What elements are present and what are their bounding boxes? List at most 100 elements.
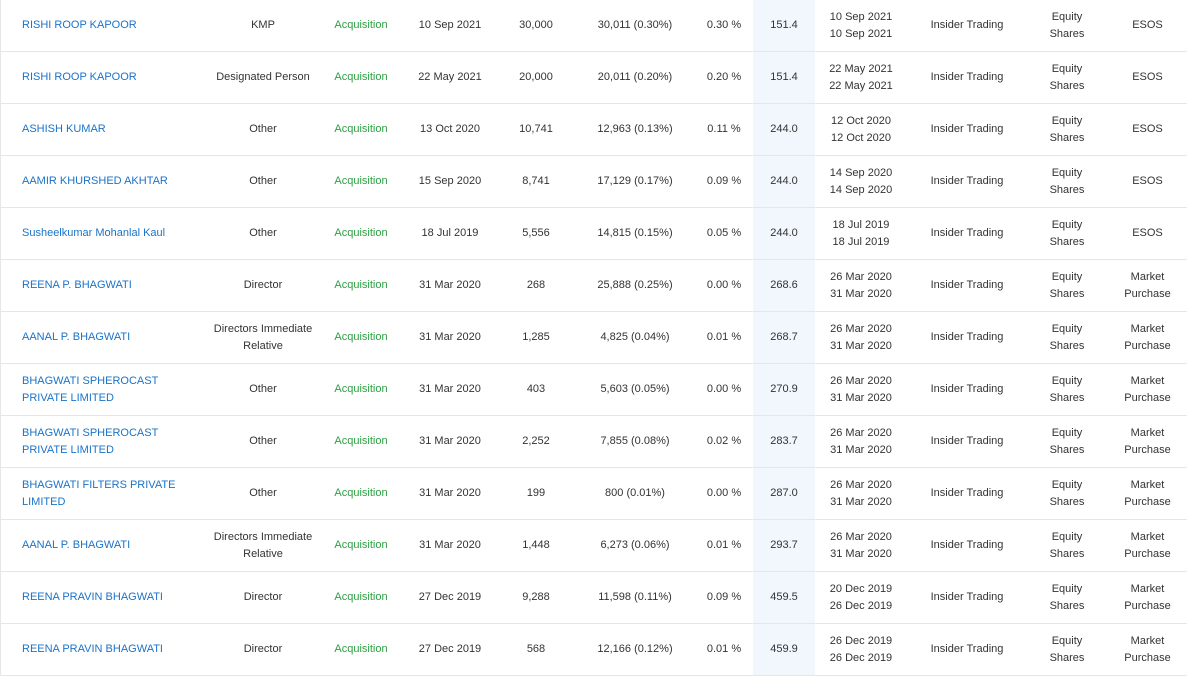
avg-price-cell: 268.6 xyxy=(770,279,798,291)
acquisition-mode-line-1: Market xyxy=(1130,582,1165,595)
avg-price-cell: 287.0 xyxy=(770,487,798,499)
security-type-cell: Equity Shares xyxy=(1027,104,1107,155)
acquisition-mode-line-2: Purchase xyxy=(1124,495,1171,508)
security-type-line-1: Equity xyxy=(1051,322,1083,335)
holding-change-cell: 0.02 % xyxy=(706,435,742,447)
post-holding-cell: 17,129 (0.17%) xyxy=(597,175,673,187)
period-from: 22 May 2021 xyxy=(829,62,893,75)
insider-name-link[interactable]: RISHI ROOP KAPOOR xyxy=(22,17,137,34)
trade-period-cell: 14 Sep 2020 14 Sep 2020 xyxy=(815,156,907,207)
period-to: 31 Mar 2020 xyxy=(830,391,892,404)
category-cell: Director xyxy=(243,279,283,291)
insider-name-cell: AANAL P. BHAGWATI xyxy=(22,520,202,571)
period-to: 26 Dec 2019 xyxy=(829,599,893,612)
acquisition-mode-line-1: Market xyxy=(1130,478,1165,491)
insider-name-link[interactable]: Susheelkumar Mohanlal Kaul xyxy=(22,225,165,242)
trade-period-cell: 22 May 2021 22 May 2021 xyxy=(815,52,907,103)
transaction-type-cell: Acquisition xyxy=(334,539,388,551)
period-from: 14 Sep 2020 xyxy=(829,166,893,179)
acquisition-mode-line-1: Market xyxy=(1130,426,1165,439)
insider-name-link[interactable]: REENA PRAVIN BHAGWATI xyxy=(22,589,163,606)
category-cell: Directors Immediate Relative xyxy=(213,322,313,352)
trade-period-cell: 26 Mar 2020 31 Mar 2020 xyxy=(815,468,907,519)
holding-change-cell: 0.01 % xyxy=(706,643,742,655)
security-type-cell: Equity Shares xyxy=(1027,468,1107,519)
report-date-cell: 27 Dec 2019 xyxy=(418,591,482,603)
period-from: 12 Oct 2020 xyxy=(831,114,891,127)
report-date-cell: 15 Sep 2020 xyxy=(418,175,482,187)
trade-mode-cell: Insider Trading xyxy=(930,279,1004,291)
report-date-cell: 22 May 2021 xyxy=(418,71,482,83)
transaction-type-cell: Acquisition xyxy=(334,19,388,31)
insider-name-link[interactable]: REENA P. BHAGWATI xyxy=(22,277,132,294)
holding-change-cell: 0.00 % xyxy=(706,383,742,395)
acquisition-mode-line-1: ESOS xyxy=(1132,71,1163,83)
quantity-cell: 5,556 xyxy=(522,227,550,239)
holding-change-cell: 0.01 % xyxy=(706,539,742,551)
period-from: 10 Sep 2021 xyxy=(829,10,893,23)
security-type-line-2: Shares xyxy=(1049,339,1085,352)
security-type-cell: Equity Shares xyxy=(1027,520,1107,571)
quantity-cell: 2,252 xyxy=(522,435,550,447)
security-type-line-1: Equity xyxy=(1051,218,1083,231)
period-from: 26 Dec 2019 xyxy=(829,634,893,647)
holding-change-cell: 0.09 % xyxy=(706,591,742,603)
acquisition-mode-cell: ESOS xyxy=(1107,156,1187,207)
period-to: 22 May 2021 xyxy=(829,79,893,92)
trade-mode-cell: Insider Trading xyxy=(930,227,1004,239)
avg-price-cell: 244.0 xyxy=(770,123,798,135)
acquisition-mode-cell: Market Purchase xyxy=(1107,468,1187,519)
security-type-line-1: Equity xyxy=(1051,374,1083,387)
avg-price-cell: 244.0 xyxy=(770,227,798,239)
transaction-type-cell: Acquisition xyxy=(334,487,388,499)
trade-mode-cell: Insider Trading xyxy=(930,175,1004,187)
report-date-cell: 31 Mar 2020 xyxy=(419,331,481,343)
acquisition-mode-line-2: Purchase xyxy=(1124,339,1171,352)
insider-name-link[interactable]: RISHI ROOP KAPOOR xyxy=(22,69,137,86)
quantity-cell: 1,285 xyxy=(522,331,550,343)
security-type-cell: Equity Shares xyxy=(1027,416,1107,467)
insider-name-link[interactable]: REENA PRAVIN BHAGWATI xyxy=(22,641,163,658)
insider-name-link[interactable]: ASHISH KUMAR xyxy=(22,121,106,138)
insider-name-link[interactable]: BHAGWATI FILTERS PRIVATE LIMITED xyxy=(22,477,202,511)
category-cell: Other xyxy=(249,487,277,499)
period-to: 31 Mar 2020 xyxy=(830,443,892,456)
trade-period-cell: 26 Mar 2020 31 Mar 2020 xyxy=(815,260,907,311)
avg-price-cell: 293.7 xyxy=(770,539,798,551)
quantity-cell: 1,448 xyxy=(522,539,550,551)
post-holding-cell: 14,815 (0.15%) xyxy=(597,227,673,239)
insider-name-link[interactable]: AANAL P. BHAGWATI xyxy=(22,537,130,554)
insider-name-link[interactable]: AANAL P. BHAGWATI xyxy=(22,329,130,346)
security-type-cell: Equity Shares xyxy=(1027,0,1107,51)
security-type-line-1: Equity xyxy=(1051,114,1083,127)
acquisition-mode-line-1: ESOS xyxy=(1132,19,1163,31)
insider-name-cell: BHAGWATI SPHEROCAST PRIVATE LIMITED xyxy=(22,364,202,415)
security-type-line-2: Shares xyxy=(1049,599,1085,612)
security-type-line-1: Equity xyxy=(1051,634,1083,647)
security-type-line-1: Equity xyxy=(1051,530,1083,543)
trade-mode-cell: Insider Trading xyxy=(930,435,1004,447)
trade-period-cell: 10 Sep 2021 10 Sep 2021 xyxy=(815,0,907,51)
post-holding-cell: 6,273 (0.06%) xyxy=(600,539,670,551)
holding-change-cell: 0.09 % xyxy=(706,175,742,187)
security-type-line-2: Shares xyxy=(1049,443,1085,456)
quantity-cell: 199 xyxy=(526,487,546,499)
transaction-type-cell: Acquisition xyxy=(334,123,388,135)
insider-name-link[interactable]: BHAGWATI SPHEROCAST PRIVATE LIMITED xyxy=(22,425,202,459)
period-to: 10 Sep 2021 xyxy=(829,27,893,40)
period-to: 31 Mar 2020 xyxy=(830,547,892,560)
acquisition-mode-cell: Market Purchase xyxy=(1107,416,1187,467)
trade-mode-cell: Insider Trading xyxy=(930,539,1004,551)
transaction-type-cell: Acquisition xyxy=(334,71,388,83)
trade-period-cell: 26 Mar 2020 31 Mar 2020 xyxy=(815,520,907,571)
security-type-line-2: Shares xyxy=(1049,651,1085,664)
post-holding-cell: 11,598 (0.11%) xyxy=(598,591,672,603)
security-type-cell: Equity Shares xyxy=(1027,156,1107,207)
security-type-line-1: Equity xyxy=(1051,10,1083,23)
security-type-cell: Equity Shares xyxy=(1027,208,1107,259)
insider-name-link[interactable]: BHAGWATI SPHEROCAST PRIVATE LIMITED xyxy=(22,373,202,407)
security-type-line-1: Equity xyxy=(1051,478,1083,491)
category-cell: KMP xyxy=(251,19,275,31)
quantity-cell: 268 xyxy=(526,279,546,291)
insider-name-link[interactable]: AAMIR KHURSHED AKHTAR xyxy=(22,173,168,190)
